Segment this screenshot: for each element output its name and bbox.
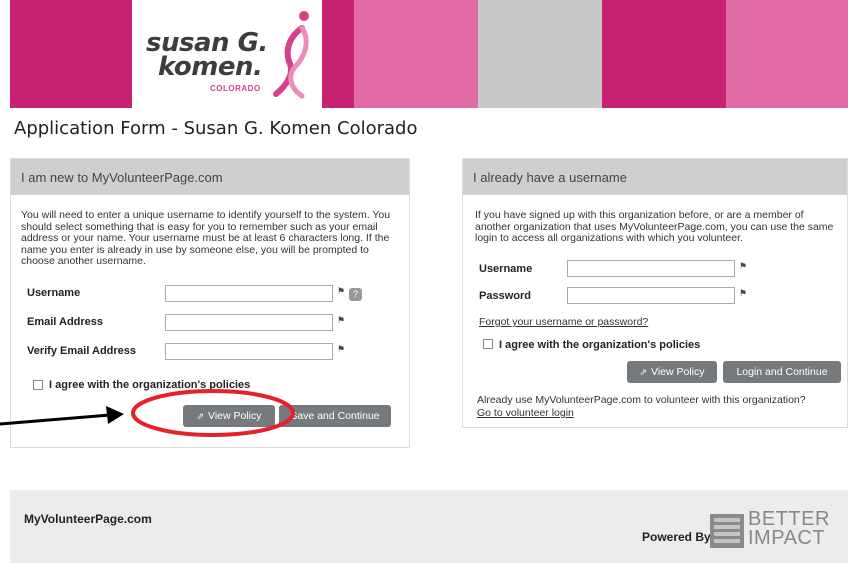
view-policy-label: View Policy xyxy=(208,410,262,422)
external-link-icon: ⇗ xyxy=(639,366,648,377)
page-title: Application Form - Susan G. Komen Colora… xyxy=(14,118,418,139)
username-label: Username xyxy=(27,287,81,299)
banner-block xyxy=(726,0,848,108)
agree-checkbox[interactable] xyxy=(483,339,493,349)
save-continue-button[interactable]: Save and Continue xyxy=(279,405,391,427)
banner-block xyxy=(322,0,354,108)
verify-email-label: Verify Email Address xyxy=(27,345,137,357)
view-policy-label: View Policy xyxy=(651,366,705,378)
email-label: Email Address xyxy=(27,316,104,328)
help-icon[interactable]: ? xyxy=(349,288,362,301)
komen-logo[interactable]: susan G. komen. COLORADO xyxy=(132,0,322,108)
external-link-icon: ⇗ xyxy=(196,410,205,421)
verify-email-input[interactable] xyxy=(165,343,333,360)
banner-block xyxy=(354,0,478,108)
existing-user-intro: If you have signed up with this organiza… xyxy=(475,209,834,244)
panel-heading: I am new to MyVolunteerPage.com xyxy=(11,159,409,195)
existing-user-panel: I already have a username If you have si… xyxy=(462,158,848,428)
login-continue-button[interactable]: Login and Continue xyxy=(723,361,841,383)
banner-block xyxy=(10,0,132,108)
password-label: Password xyxy=(479,290,531,302)
new-user-panel: I am new to MyVolunteerPage.com You will… xyxy=(10,158,410,448)
pink-ribbon-icon xyxy=(273,11,309,99)
agree-label: I agree with the organization's policies xyxy=(49,379,251,391)
required-flag-icon: ⚑ xyxy=(337,315,346,325)
better-impact-brand: BETTER IMPACT xyxy=(748,509,830,549)
password-input[interactable] xyxy=(567,287,735,304)
agree-label: I agree with the organization's policies xyxy=(499,339,701,351)
login-username-label: Username xyxy=(479,263,533,275)
footer: MyVolunteerPage.com Powered By BETTER IM… xyxy=(10,490,848,563)
view-policy-button[interactable]: ⇗ View Policy xyxy=(627,361,717,383)
new-user-intro: You will need to enter a unique username… xyxy=(21,209,391,267)
login-username-input[interactable] xyxy=(567,260,735,277)
panel-heading: I already have a username xyxy=(463,159,847,195)
required-flag-icon: ⚑ xyxy=(739,288,748,298)
agree-checkbox[interactable] xyxy=(33,380,43,390)
username-input[interactable] xyxy=(165,285,333,302)
powered-by-label: Powered By xyxy=(642,530,711,544)
already-volunteer-text: Already use MyVolunteerPage.com to volun… xyxy=(477,394,806,406)
required-flag-icon: ⚑ xyxy=(739,261,748,271)
better-impact-logo-icon xyxy=(710,514,744,548)
footer-site-name: MyVolunteerPage.com xyxy=(24,512,152,526)
required-flag-icon: ⚑ xyxy=(337,286,346,296)
logo-region: COLORADO xyxy=(210,84,261,93)
volunteer-login-link[interactable]: Go to volunteer login xyxy=(477,407,574,419)
banner-block xyxy=(602,0,726,108)
view-policy-button[interactable]: ⇗ View Policy xyxy=(183,405,275,427)
brand-line: IMPACT xyxy=(748,527,826,549)
logo-text: komen. xyxy=(158,52,263,82)
email-input[interactable] xyxy=(165,314,333,331)
banner-block xyxy=(478,0,602,108)
forgot-password-link[interactable]: Forgot your username or password? xyxy=(479,316,648,328)
required-flag-icon: ⚑ xyxy=(337,344,346,354)
